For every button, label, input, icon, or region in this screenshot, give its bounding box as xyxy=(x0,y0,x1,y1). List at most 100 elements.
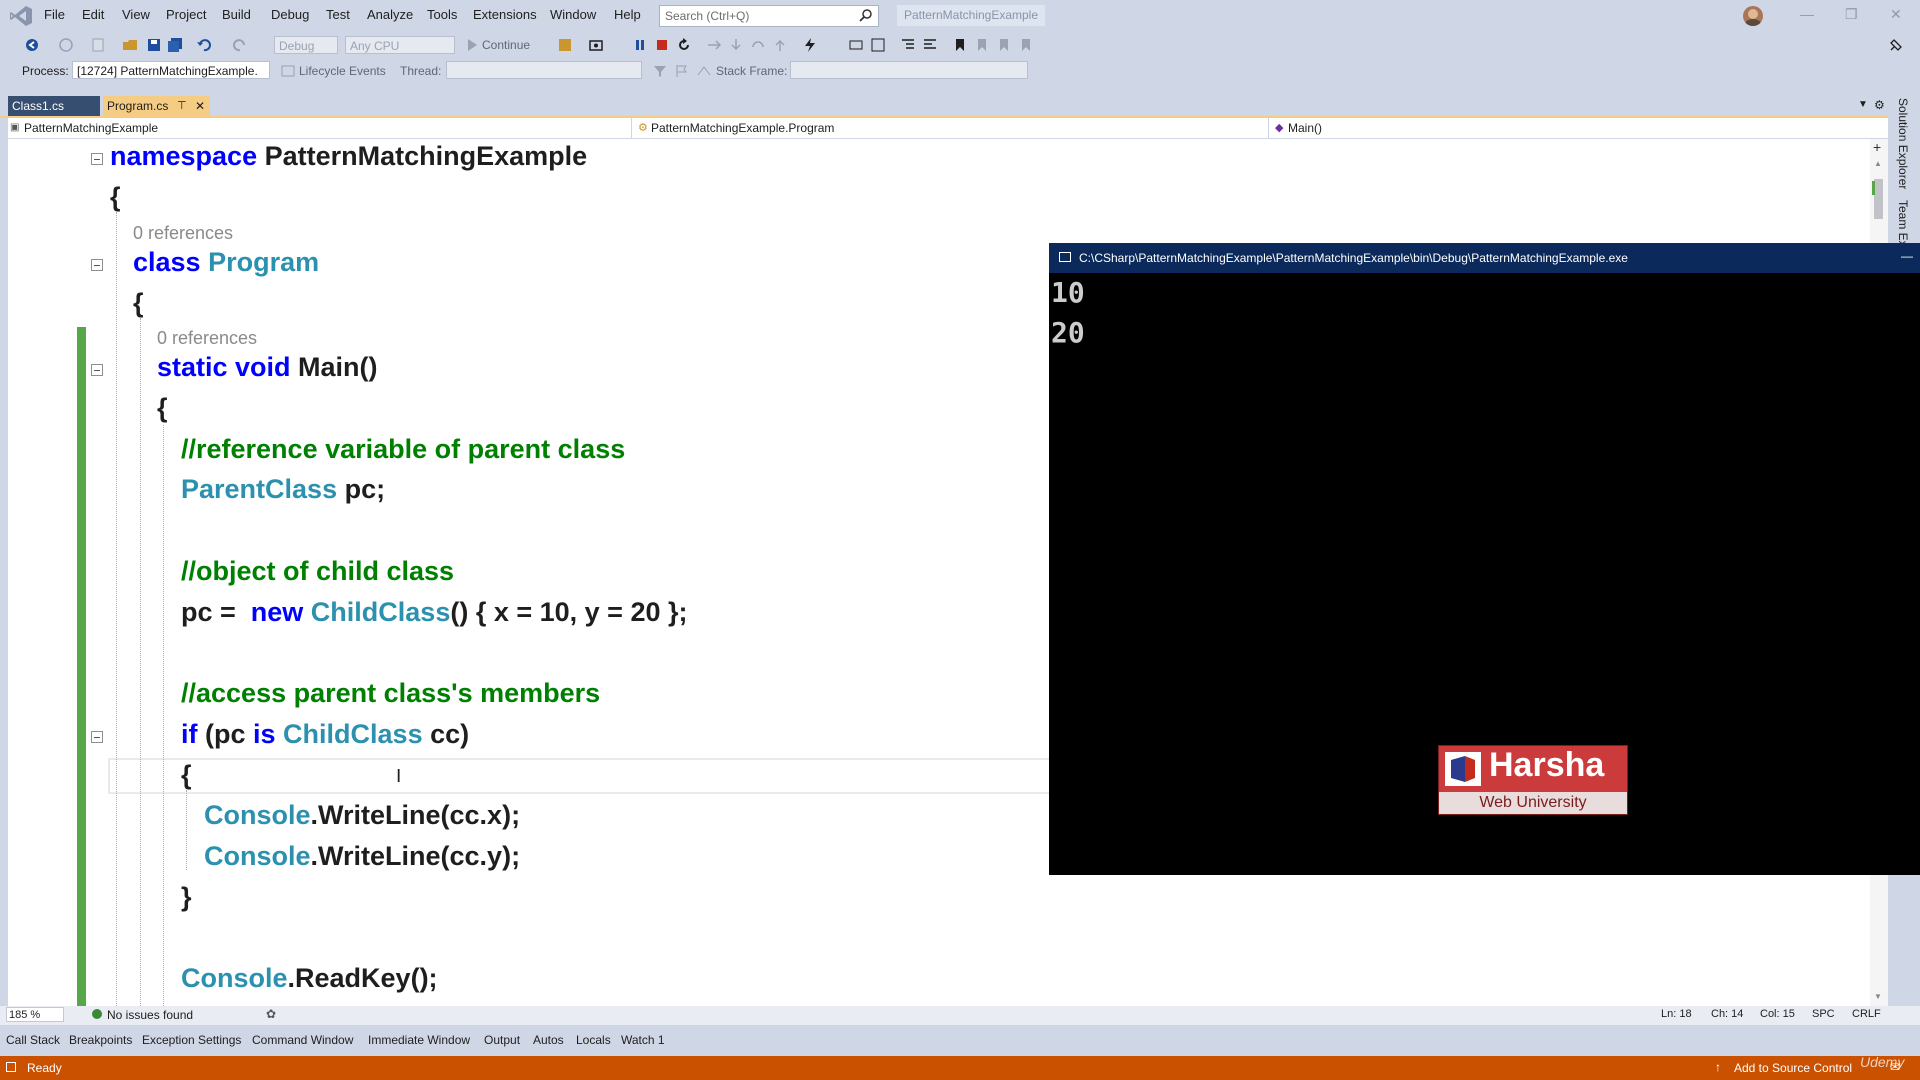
zoom-select[interactable]: 185 % xyxy=(6,1007,64,1022)
layout-icon[interactable] xyxy=(870,37,886,53)
console-title-bar[interactable]: C:\CSharp\PatternMatchingExample\Pattern… xyxy=(1049,243,1920,273)
menu-tools[interactable]: Tools xyxy=(427,7,457,22)
status-ready: Ready xyxy=(27,1061,62,1075)
tab-exception-settings[interactable]: Exception Settings xyxy=(142,1033,241,1047)
menu-view[interactable]: View xyxy=(122,7,150,22)
menu-debug[interactable]: Debug xyxy=(271,7,309,22)
logo-sub-text: Web University xyxy=(1439,792,1627,814)
collapse-class-icon[interactable] xyxy=(91,259,103,271)
indent-icon[interactable] xyxy=(900,37,916,53)
split-editor-icon[interactable]: + xyxy=(1873,139,1881,155)
prev-bookmark-icon[interactable] xyxy=(974,37,990,53)
pause-icon[interactable] xyxy=(632,37,648,53)
code-comment: //reference variable of parent class xyxy=(181,434,626,464)
next-bookmark-icon[interactable] xyxy=(996,37,1012,53)
tab-call-stack[interactable]: Call Stack xyxy=(6,1033,60,1047)
continue-button[interactable]: Continue xyxy=(482,38,530,52)
class-select[interactable]: ⚙ PatternMatchingExample.Program xyxy=(635,118,1269,138)
team-explorer-tab[interactable]: Team Ex xyxy=(1896,200,1910,247)
tab-program[interactable]: Program.cs ⊤ ✕ xyxy=(103,96,210,116)
save-all-icon[interactable] xyxy=(167,37,183,53)
save-icon[interactable] xyxy=(146,37,162,53)
add-to-source-control[interactable]: Add to Source Control xyxy=(1734,1061,1852,1075)
scroll-thumb[interactable] xyxy=(1874,179,1883,219)
notifications-icon[interactable]: ✉ xyxy=(1890,1060,1900,1074)
collapse-namespace-icon[interactable] xyxy=(91,153,103,165)
codelens-references[interactable]: 0 references xyxy=(157,328,257,349)
step-out-icon[interactable] xyxy=(772,37,788,53)
console-output-line: 10 xyxy=(1051,276,1085,309)
tab-breakpoints[interactable]: Breakpoints xyxy=(69,1033,132,1047)
menu-edit[interactable]: Edit xyxy=(82,7,104,22)
debug-location-toolbar: Process: [12724] PatternMatchingExample.… xyxy=(0,59,1920,84)
tab-autos[interactable]: Autos xyxy=(533,1033,564,1047)
new-project-icon[interactable] xyxy=(90,37,106,53)
thread-select[interactable] xyxy=(446,61,642,79)
code-cleanup-icon[interactable]: ✿ xyxy=(266,1007,276,1021)
menu-project[interactable]: Project xyxy=(166,7,206,22)
forward-icon[interactable] xyxy=(58,37,74,53)
search-input[interactable]: Search (Ctrl+Q) xyxy=(659,5,879,27)
scroll-down-icon[interactable]: ▼ xyxy=(1874,992,1882,1001)
scroll-up-icon[interactable]: ▲ xyxy=(1874,159,1882,168)
pin-icon[interactable]: ⊤ xyxy=(177,96,187,116)
menu-build[interactable]: Build xyxy=(222,7,251,22)
tab-class1[interactable]: Class1.cs xyxy=(8,96,100,116)
menu-window[interactable]: Window xyxy=(550,7,596,22)
continue-icon[interactable] xyxy=(464,37,480,53)
tab-immediate-window[interactable]: Immediate Window xyxy=(368,1033,470,1047)
solution-explorer-tab[interactable]: Solution Explorer xyxy=(1896,98,1910,189)
collapse-if-icon[interactable] xyxy=(91,731,103,743)
clear-bookmarks-icon[interactable] xyxy=(1018,37,1034,53)
restore-icon[interactable]: ❐ xyxy=(1845,6,1858,23)
show-next-statement-icon[interactable] xyxy=(706,37,722,53)
stop-icon[interactable] xyxy=(654,37,670,53)
filter-icon[interactable] xyxy=(652,63,668,79)
step-into-icon[interactable] xyxy=(728,37,744,53)
whitespace-mode[interactable]: SPC xyxy=(1812,1008,1835,1020)
tab-output[interactable]: Output xyxy=(484,1033,520,1047)
undo-icon[interactable] xyxy=(196,37,212,53)
live-share-icon[interactable] xyxy=(1888,37,1904,53)
tab-watch-1[interactable]: Watch 1 xyxy=(621,1033,665,1047)
line-ending-mode[interactable]: CRLF xyxy=(1852,1008,1881,1020)
issues-status[interactable]: No issues found xyxy=(107,1008,193,1022)
flag-thread-icon[interactable] xyxy=(674,63,690,79)
hot-reload-icon[interactable] xyxy=(802,37,818,53)
back-icon[interactable] xyxy=(24,37,40,53)
menu-test[interactable]: Test xyxy=(326,7,350,22)
tab-dropdown-icon[interactable]: ▼ xyxy=(1858,99,1868,110)
process-select[interactable]: [12724] PatternMatchingExample. xyxy=(72,61,270,79)
codelens-references[interactable]: 0 references xyxy=(133,223,233,244)
close-tab-icon[interactable]: ✕ xyxy=(195,96,205,116)
menu-extensions[interactable]: Extensions xyxy=(473,7,537,22)
open-file-icon[interactable] xyxy=(122,37,138,53)
menu-analyze[interactable]: Analyze xyxy=(367,7,413,22)
avatar[interactable] xyxy=(1743,6,1763,26)
stack-frame-select[interactable] xyxy=(790,61,1028,79)
lifecycle-events-button[interactable]: Lifecycle Events xyxy=(299,64,386,78)
source-control-icon: ↑ xyxy=(1715,1060,1721,1074)
tab-locals[interactable]: Locals xyxy=(576,1033,611,1047)
tab-settings-icon[interactable]: ⚙ xyxy=(1874,98,1885,112)
project-select[interactable]: ▣ PatternMatchingExample xyxy=(8,118,632,138)
member-select[interactable]: ◆ Main() xyxy=(1272,118,1888,138)
bookmark-icon[interactable] xyxy=(952,37,968,53)
menu-file[interactable]: File xyxy=(44,7,65,22)
navigate-icon[interactable] xyxy=(848,37,864,53)
platform-select[interactable]: Any CPU xyxy=(345,36,455,54)
screenshot-icon[interactable] xyxy=(588,37,604,53)
outdent-icon[interactable] xyxy=(922,37,938,53)
text-cursor-icon: I xyxy=(396,766,402,787)
close-window-icon[interactable]: ✕ xyxy=(1890,6,1902,23)
tab-command-window[interactable]: Command Window xyxy=(252,1033,353,1047)
minimize-icon[interactable]: — xyxy=(1800,6,1814,22)
menu-help[interactable]: Help xyxy=(614,7,641,22)
redo-icon[interactable] xyxy=(232,37,248,53)
find-icon[interactable] xyxy=(557,37,573,53)
restart-icon[interactable] xyxy=(676,37,692,53)
console-minimize-icon[interactable]: — xyxy=(1901,241,1913,271)
collapse-method-icon[interactable] xyxy=(91,364,103,376)
step-over-icon[interactable] xyxy=(750,37,766,53)
solution-config-select[interactable]: Debug xyxy=(274,36,338,54)
